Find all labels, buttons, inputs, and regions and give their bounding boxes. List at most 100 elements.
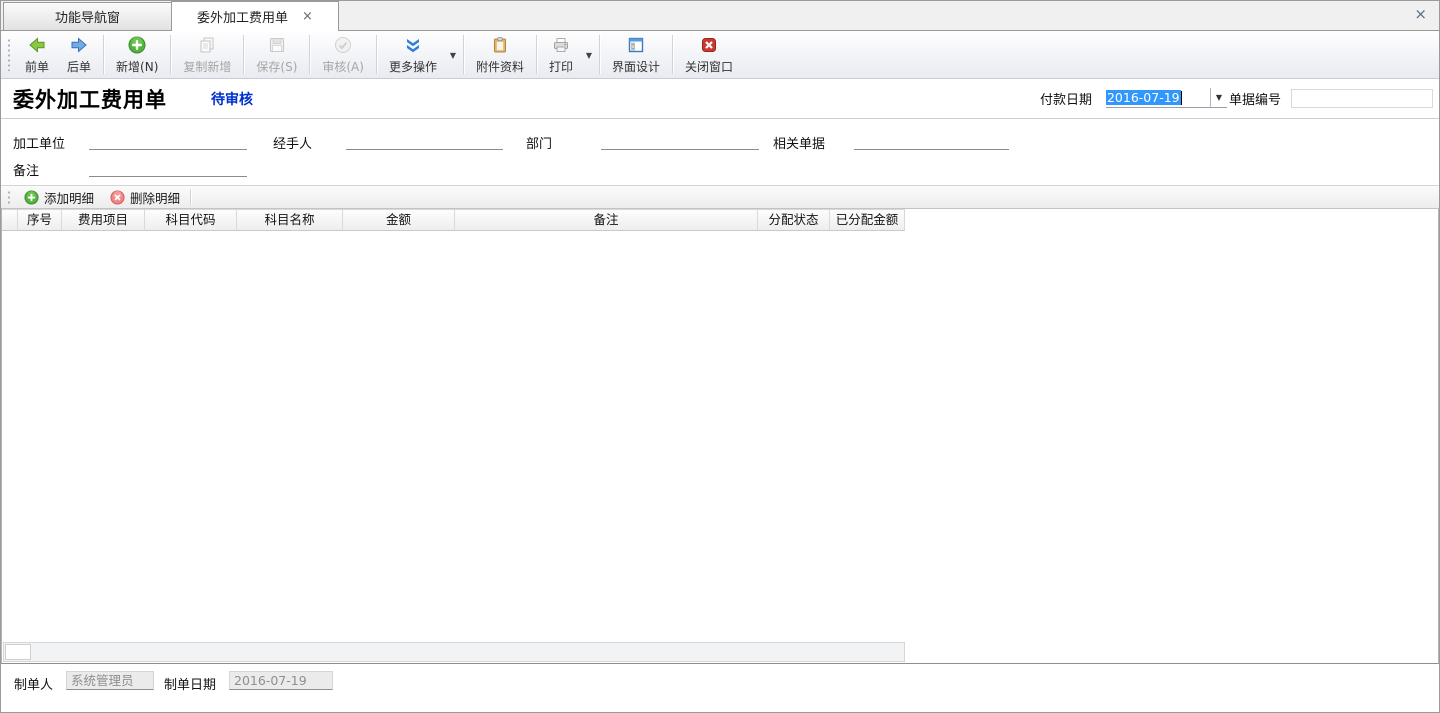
toolbar-separator: [103, 35, 104, 74]
column-header-amount[interactable]: 金额: [343, 209, 455, 231]
approve-button[interactable]: 审核(A): [313, 31, 373, 78]
horizontal-scrollbar-thumb[interactable]: [5, 644, 31, 660]
toolbar-separator: [463, 35, 464, 74]
text-caret: [1181, 91, 1182, 105]
processing-unit-input[interactable]: [89, 133, 247, 150]
more-actions-button[interactable]: 更多操作: [380, 32, 446, 78]
doc-no-input[interactable]: [1291, 89, 1433, 108]
app-window: { "window": { "close_glyph": "×" }, "tab…: [0, 0, 1440, 713]
payment-date-input[interactable]: 2016-07-19: [1106, 89, 1188, 107]
button-label: 审核(A): [322, 58, 364, 75]
button-label: 保存(S): [256, 58, 297, 75]
ui-design-button[interactable]: 界面设计: [603, 31, 669, 78]
save-icon: [267, 35, 287, 55]
payment-date-selected-text: 2016-07-19: [1106, 90, 1181, 105]
column-header-account-code[interactable]: 科目代码: [145, 209, 237, 231]
toolbar-separator: [170, 35, 171, 74]
print-button[interactable]: 打印: [540, 32, 582, 78]
add-circle-icon: [24, 190, 39, 205]
tab-label: 功能导航窗: [55, 7, 120, 26]
related-doc-input[interactable]: [854, 133, 1009, 150]
close-window-button[interactable]: 关闭窗口: [676, 31, 742, 78]
toolbar-separator: [599, 35, 600, 74]
new-button[interactable]: 新增(N): [107, 31, 167, 78]
page-title: 委外加工费用单: [13, 84, 167, 114]
footer-bar: 制单人 系统管理员 制单日期 2016-07-19: [1, 664, 1439, 712]
create-date-label: 制单日期: [164, 674, 216, 693]
copy-new-button[interactable]: 复制新增: [174, 31, 240, 78]
handler-input[interactable]: [346, 133, 503, 150]
attachments-button[interactable]: 附件资料: [467, 31, 533, 78]
tab-close-icon[interactable]: ×: [302, 10, 313, 23]
column-header-alloc-status[interactable]: 分配状态: [758, 209, 830, 231]
grid-row-indicator-header: [2, 209, 18, 231]
add-detail-button[interactable]: 添加明细: [16, 186, 102, 208]
save-button[interactable]: 保存(S): [247, 31, 306, 78]
toolbar-separator: [672, 35, 673, 74]
field-label-remark: 备注: [13, 160, 39, 179]
print-dropdown-icon[interactable]: ▼: [582, 49, 596, 60]
create-date-field: 2016-07-19: [229, 671, 333, 690]
toolbar-grip[interactable]: [7, 38, 11, 71]
main-toolbar: 前单 后单 新增(N) 复制新增: [1, 31, 1439, 79]
field-label-processing-unit: 加工单位: [13, 133, 65, 152]
toolbar-separator: [243, 35, 244, 74]
status-badge: 待审核: [211, 89, 253, 109]
approve-icon: [333, 35, 353, 55]
detail-toolbar: 添加明细 删除明细: [1, 185, 1439, 209]
button-label: 删除明细: [130, 188, 180, 207]
creator-field: 系统管理员: [66, 671, 154, 690]
print-icon: [551, 35, 571, 55]
button-label: 打印: [549, 58, 573, 75]
form-area: 加工单位 经手人 部门 相关单据 备注: [1, 119, 1439, 185]
button-label: 添加明细: [44, 188, 94, 207]
button-label: 前单: [25, 58, 49, 75]
prev-doc-button[interactable]: 前单: [16, 32, 58, 78]
payment-date-editor: 2016-07-19 ▼: [1106, 88, 1227, 108]
payment-date-dropdown-icon[interactable]: ▼: [1210, 88, 1227, 107]
field-label-handler: 经手人: [273, 133, 312, 152]
more-actions-dropdown-icon[interactable]: ▼: [446, 49, 460, 60]
grid-header-row: 序号 费用项目 科目代码 科目名称 金额 备注 分配状态 已分配金额: [2, 209, 1438, 231]
toolbar-separator: [536, 35, 537, 74]
creator-label: 制单人: [14, 674, 53, 693]
doc-no-label: 单据编号: [1229, 89, 1281, 108]
department-input[interactable]: [601, 133, 759, 150]
tab-strip: 功能导航窗 委外加工费用单 × ×: [1, 1, 1439, 31]
button-label: 关闭窗口: [685, 58, 733, 75]
detail-toolbar-separator: [190, 189, 191, 205]
close-window-icon: [699, 35, 719, 55]
button-label: 复制新增: [183, 58, 231, 75]
arrow-right-icon: [69, 35, 89, 55]
remark-input[interactable]: [89, 160, 247, 177]
next-doc-button[interactable]: 后单: [58, 32, 100, 78]
horizontal-scrollbar[interactable]: [3, 642, 905, 662]
button-label: 后单: [67, 58, 91, 75]
column-header-account-name[interactable]: 科目名称: [237, 209, 343, 231]
window-close-icon[interactable]: ×: [1414, 7, 1427, 22]
payment-date-label: 付款日期: [1040, 89, 1092, 108]
field-label-related-doc: 相关单据: [773, 133, 825, 152]
copy-icon: [197, 35, 217, 55]
detail-toolbar-grip[interactable]: [7, 190, 11, 204]
button-label: 界面设计: [612, 58, 660, 75]
ui-design-icon: [626, 35, 646, 55]
attachment-icon: [490, 35, 510, 55]
toolbar-separator: [309, 35, 310, 74]
delete-detail-button[interactable]: 删除明细: [102, 186, 188, 208]
button-label: 附件资料: [476, 58, 524, 75]
column-header-expense-item[interactable]: 费用项目: [62, 209, 145, 231]
more-actions-icon: [403, 35, 423, 55]
detail-grid: 序号 费用项目 科目代码 科目名称 金额 备注 分配状态 已分配金额: [1, 209, 1439, 664]
button-label: 新增(N): [116, 58, 158, 75]
column-header-alloc-amount[interactable]: 已分配金额: [830, 209, 905, 231]
tab-label: 委外加工费用单: [197, 7, 288, 26]
field-label-department: 部门: [526, 133, 552, 152]
column-header-remark[interactable]: 备注: [455, 209, 758, 231]
tab-function-nav[interactable]: 功能导航窗: [3, 2, 171, 30]
add-icon: [127, 35, 147, 55]
column-header-seq[interactable]: 序号: [18, 209, 62, 231]
titlebar-right-fields: 付款日期 2016-07-19 ▼ 单据编号: [1040, 88, 1433, 108]
delete-circle-icon: [110, 190, 125, 205]
tab-outsourcing-expense[interactable]: 委外加工费用单 ×: [171, 1, 339, 31]
